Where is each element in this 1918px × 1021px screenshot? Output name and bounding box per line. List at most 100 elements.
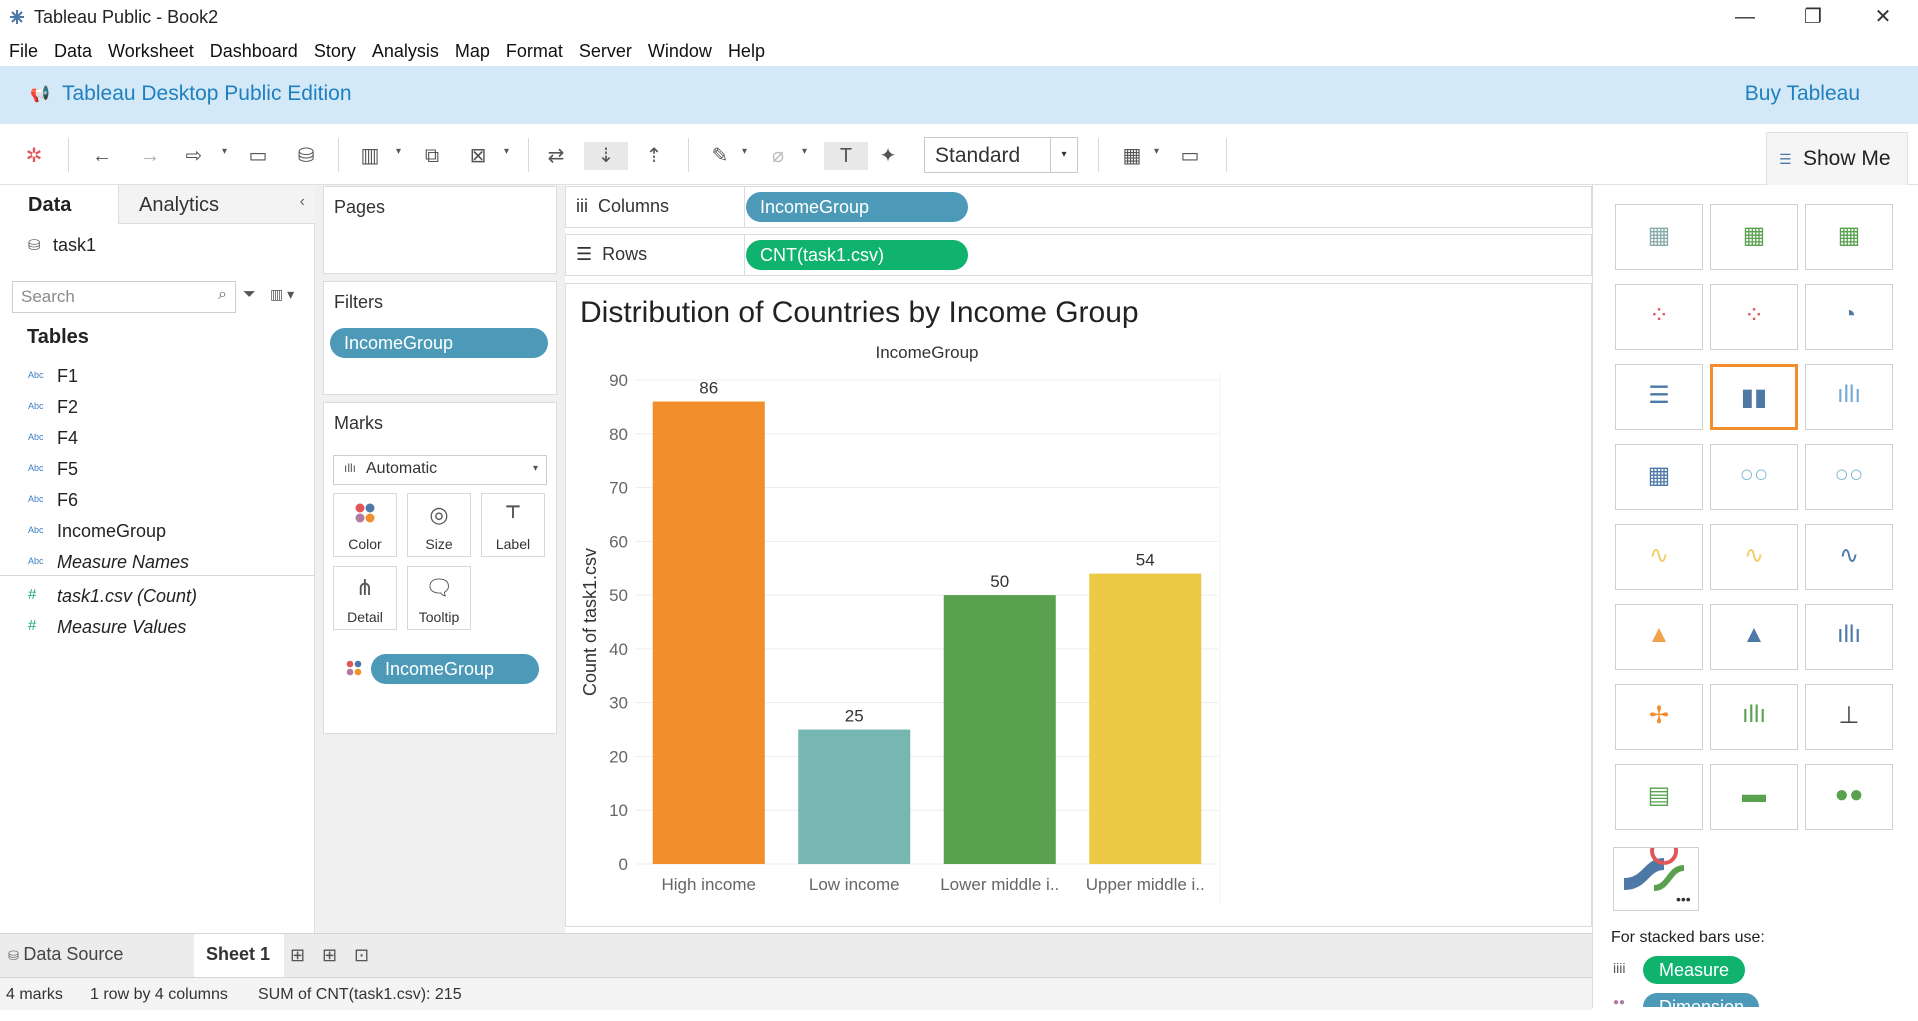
rows-shelf[interactable]: ☰ Rows CNT(task1.csv) — [565, 234, 1592, 276]
size-button[interactable]: ◎ Size — [407, 493, 471, 557]
replay-icon[interactable]: ⇨ — [180, 142, 208, 170]
view-options-icon[interactable]: ▥ ▾ — [270, 286, 294, 303]
duplicate-sheet-icon[interactable]: ⧉ — [418, 142, 446, 170]
chart-type-horizontal-bars[interactable]: ☰ — [1615, 364, 1703, 430]
chart-type-filled-map[interactable]: ⁘ — [1710, 284, 1798, 350]
tab-analytics[interactable]: Analytics ‹ — [118, 185, 315, 224]
field-f2[interactable]: Abc F2 — [0, 392, 314, 422]
chart-type-stacked-bars[interactable]: ▮▮ — [1710, 364, 1798, 430]
menu-dashboard[interactable]: Dashboard — [201, 34, 305, 62]
chart-type-heat-map[interactable]: ▦ — [1710, 204, 1798, 270]
chart-type-side-by-side-circles[interactable]: ○○ — [1805, 444, 1893, 510]
columns-pill[interactable]: IncomeGroup — [746, 192, 968, 222]
field-measure-names[interactable]: Abc Measure Names — [0, 547, 314, 577]
chevron-down-icon[interactable]: ▾ — [396, 146, 401, 157]
chart-type-treemap[interactable]: ▦ — [1615, 444, 1703, 510]
chart-type-area-discrete[interactable]: ▲ — [1710, 604, 1798, 670]
chart-type-bullet-graph[interactable]: ▬ — [1710, 764, 1798, 830]
group-members-icon[interactable]: ⌀ — [764, 142, 792, 170]
chart-type-pie-chart[interactable]: ◔ — [1805, 284, 1893, 350]
new-story-icon[interactable]: ⊡ — [354, 945, 369, 966]
tab-data-source[interactable]: ⛁ Data Source — [8, 944, 123, 970]
chart-type-circle-views[interactable]: ○○ — [1710, 444, 1798, 510]
field-f1[interactable]: Abc F1 — [0, 361, 314, 391]
buy-tableau-link[interactable]: Buy Tableau — [1745, 82, 1860, 106]
menu-help[interactable]: Help — [719, 34, 772, 62]
menu-story[interactable]: Story — [305, 34, 363, 62]
fit-dropdown[interactable]: Standard ▾ — [924, 137, 1078, 173]
new-datasource-icon[interactable]: ⛁ — [292, 142, 320, 170]
chart-type-continuous-lines[interactable]: ∿ — [1615, 524, 1703, 590]
pages-card[interactable]: Pages — [323, 186, 557, 274]
menu-worksheet[interactable]: Worksheet — [99, 34, 201, 62]
color-pill[interactable]: IncomeGroup — [371, 654, 539, 684]
chart-type-sankey[interactable]: ••• — [1613, 837, 1699, 911]
chevron-down-icon[interactable]: ▾ — [802, 146, 807, 157]
chart-type-discrete-lines[interactable]: ∿ — [1710, 524, 1798, 590]
rows-pill[interactable]: CNT(task1.csv) — [746, 240, 968, 270]
new-worksheet-icon[interactable]: ⊞ — [290, 945, 305, 966]
clear-sheet-icon[interactable]: ⊠ — [464, 142, 492, 170]
chart-type-gantt-chart[interactable]: ▤ — [1615, 764, 1703, 830]
swap-rows-columns-icon[interactable]: ⇄ — [542, 142, 570, 170]
field-f6[interactable]: Abc F6 — [0, 485, 314, 515]
chart-type-packed-bubbles[interactable]: ●● — [1805, 764, 1893, 830]
collapse-icon[interactable]: ‹ — [300, 193, 305, 211]
menu-window[interactable]: Window — [639, 34, 719, 62]
show-mark-labels-icon[interactable]: T — [824, 142, 868, 170]
tab-sheet-1[interactable]: Sheet 1 — [194, 934, 284, 978]
save-icon[interactable]: ▭ — [244, 142, 272, 170]
show-cards-icon[interactable]: ▦ — [1118, 142, 1146, 170]
field-task1-count[interactable]: # task1.csv (Count) — [0, 581, 314, 611]
menu-map[interactable]: Map — [446, 34, 497, 62]
sort-ascending-icon[interactable]: ⇣ — [584, 142, 628, 170]
pin-axes-icon[interactable]: ✦ — [874, 142, 902, 170]
highlight-icon[interactable]: ✎ — [706, 142, 734, 170]
filter-icon[interactable]: ⏷ — [243, 286, 256, 304]
chevron-down-icon[interactable]: ▾ — [1154, 146, 1159, 157]
field-f5[interactable]: Abc F5 — [0, 454, 314, 484]
datasource-name[interactable]: task1 — [53, 235, 96, 256]
chart-type-dual-combination[interactable]: ıllı — [1805, 604, 1893, 670]
minimize-button[interactable]: — — [1722, 3, 1768, 31]
close-button[interactable]: ✕ — [1860, 3, 1906, 31]
chart-type-highlight-table[interactable]: ▦ — [1805, 204, 1893, 270]
label-button[interactable]: ⊤ Label — [481, 493, 545, 557]
new-dashboard-icon[interactable]: ⊞ — [322, 945, 337, 966]
menu-data[interactable]: Data — [45, 34, 99, 62]
menu-server[interactable]: Server — [570, 34, 639, 62]
detail-button[interactable]: ⋔ Detail — [333, 566, 397, 630]
chart-type-side-by-side-bars[interactable]: ıllı — [1805, 364, 1893, 430]
show-me-button[interactable]: ☰ Show Me — [1766, 132, 1908, 185]
sort-descending-icon[interactable]: ⇡ — [640, 142, 668, 170]
redo-icon[interactable]: → — [136, 142, 164, 170]
tooltip-button[interactable]: 🗨 Tooltip — [407, 566, 471, 630]
mark-type-dropdown[interactable]: ıllı Automatic ▾ — [333, 455, 547, 485]
menu-file[interactable]: File — [0, 34, 45, 62]
menu-analysis[interactable]: Analysis — [363, 34, 446, 62]
filters-card[interactable]: Filters IncomeGroup — [323, 281, 557, 395]
chart-type-histogram[interactable]: ıllı — [1710, 684, 1798, 750]
chart-type-text-table[interactable]: ▦ — [1615, 204, 1703, 270]
search-input[interactable]: Search ⌕ — [12, 281, 236, 313]
presentation-mode-icon[interactable]: ▭ — [1176, 142, 1204, 170]
filter-pill[interactable]: IncomeGroup — [330, 328, 548, 358]
restore-button[interactable]: ❐ — [1790, 3, 1836, 31]
new-worksheet-icon[interactable]: ▥ — [356, 142, 384, 170]
field-f4[interactable]: Abc F4 — [0, 423, 314, 453]
field-incomegroup[interactable]: Abc IncomeGroup — [0, 516, 314, 546]
chevron-down-icon[interactable]: ▾ — [742, 146, 747, 157]
chart-type-symbol-map[interactable]: ⁘ — [1615, 284, 1703, 350]
tab-data[interactable]: Data — [0, 185, 118, 225]
tableau-home-icon[interactable]: ✲ — [20, 142, 48, 170]
undo-icon[interactable]: ← — [88, 142, 116, 170]
chart-type-scatter-plot[interactable]: ✢ — [1615, 684, 1703, 750]
chart-type-box-and-whisker[interactable]: ⊥ — [1805, 684, 1893, 750]
chevron-down-icon[interactable]: ▾ — [222, 146, 227, 157]
chart-type-area-continuous[interactable]: ▲ — [1615, 604, 1703, 670]
chart-type-dual-lines[interactable]: ∿ — [1805, 524, 1893, 590]
chevron-down-icon[interactable]: ▾ — [504, 146, 509, 157]
menu-format[interactable]: Format — [497, 34, 570, 62]
color-button[interactable]: Color — [333, 493, 397, 557]
columns-shelf[interactable]: iii Columns IncomeGroup — [565, 186, 1592, 228]
